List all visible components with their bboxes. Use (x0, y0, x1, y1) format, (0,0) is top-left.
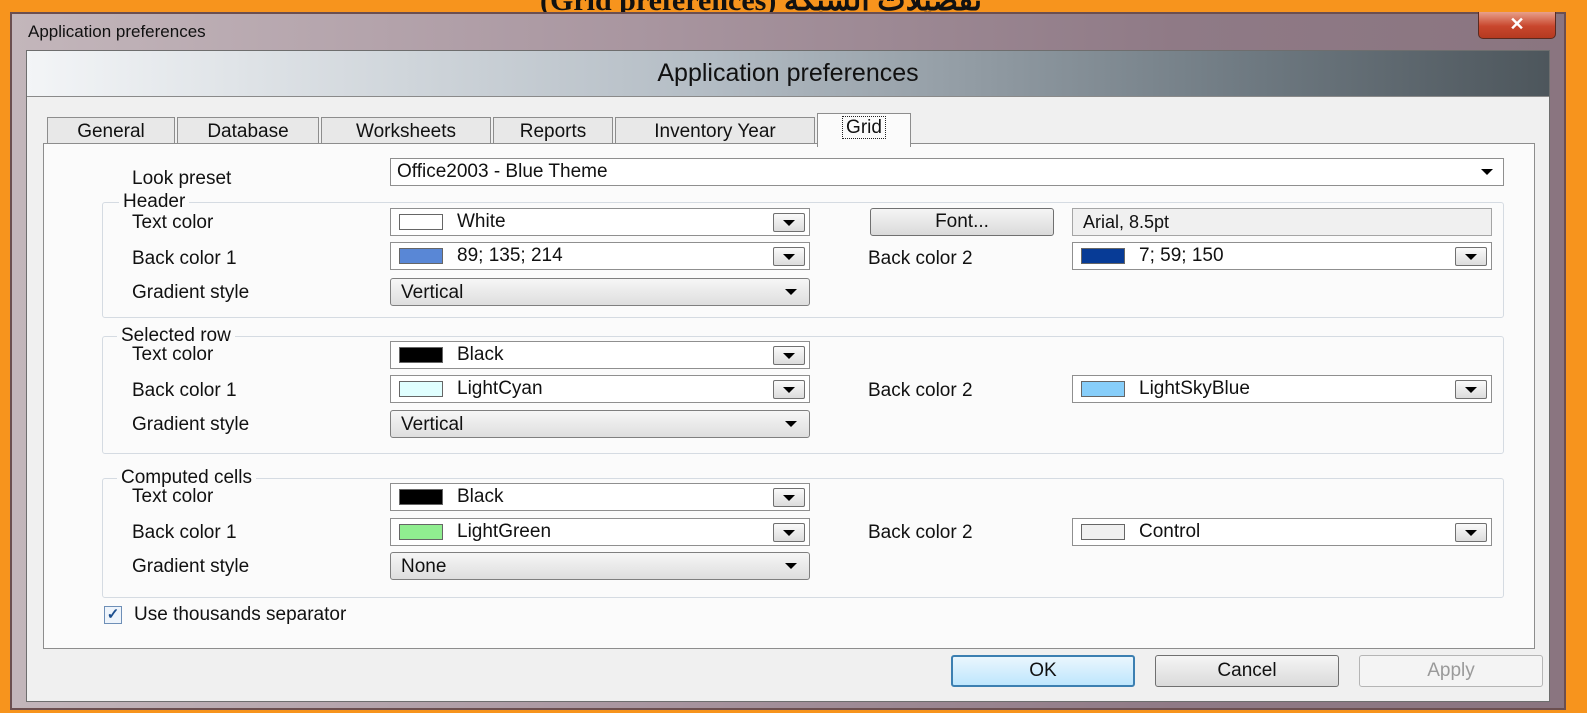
computed-back-color-2-picker[interactable]: Control (1072, 518, 1492, 546)
header-text-color-value: White (457, 211, 506, 232)
header-text-color-label: Text color (132, 212, 214, 233)
tab-grid-label: Grid (842, 116, 886, 139)
selected-back-color-1-value: LightCyan (457, 378, 543, 399)
selected-back-color-2-picker[interactable]: LightSkyBlue (1072, 375, 1492, 403)
look-preset-value: Office2003 - Blue Theme (397, 161, 608, 182)
color-swatch (399, 347, 443, 363)
selected-text-color-picker[interactable]: Black (390, 341, 810, 369)
computed-back-color-1-value: LightGreen (457, 521, 552, 542)
dropdown-button[interactable] (773, 380, 805, 399)
tab-reports[interactable]: Reports (493, 117, 613, 145)
computed-gradient-select[interactable]: None (390, 552, 810, 580)
header-gradient-value: Vertical (401, 282, 464, 303)
thousands-separator-checkbox[interactable]: ✓ (104, 606, 122, 624)
header-back-color-1-value: 89; 135; 214 (457, 245, 563, 266)
checkmark-icon: ✓ (106, 606, 120, 623)
computed-back-color-1-picker[interactable]: LightGreen (390, 518, 810, 546)
header-back-color-2-value: 7; 59; 150 (1139, 245, 1224, 266)
computed-gradient-value: None (401, 556, 447, 577)
look-preset-select[interactable]: Office2003 - Blue Theme (390, 158, 1504, 186)
ok-button[interactable]: OK (951, 655, 1135, 687)
header-back-color-2-picker[interactable]: 7; 59; 150 (1072, 242, 1492, 270)
dropdown-button[interactable] (773, 523, 805, 542)
selected-gradient-select[interactable]: Vertical (390, 410, 810, 438)
computed-text-color-picker[interactable]: Black (390, 483, 810, 511)
banner-title: Application preferences (27, 51, 1549, 97)
selected-text-color-label: Text color (132, 344, 214, 365)
computed-back-color-1-label: Back color 1 (132, 522, 237, 543)
close-button[interactable]: ✕ (1478, 12, 1556, 39)
color-swatch (1081, 381, 1125, 397)
header-gradient-label: Gradient style (132, 282, 250, 303)
dropdown-button[interactable] (773, 247, 805, 266)
dropdown-button[interactable] (1455, 380, 1487, 399)
selected-text-color-value: Black (457, 344, 504, 365)
cancel-button[interactable]: Cancel (1155, 655, 1339, 687)
close-icon: ✕ (1509, 14, 1525, 34)
color-swatch (1081, 524, 1125, 540)
tab-worksheets[interactable]: Worksheets (321, 117, 491, 145)
computed-text-color-value: Black (457, 486, 504, 507)
chevron-down-icon (1477, 163, 1497, 181)
header-back-color-1-label: Back color 1 (132, 248, 237, 269)
look-preset-label: Look preset (132, 168, 232, 189)
dropdown-button[interactable] (1455, 523, 1487, 542)
color-swatch (399, 248, 443, 264)
font-button[interactable]: Font... (870, 208, 1054, 236)
selected-back-color-2-label: Back color 2 (868, 380, 973, 401)
header-back-color-1-picker[interactable]: 89; 135; 214 (390, 242, 810, 270)
grid-tab-panel: Look preset Office2003 - Blue Theme Head… (43, 143, 1535, 649)
font-value: Arial, 8.5pt (1072, 208, 1492, 236)
tab-grid[interactable]: Grid (817, 113, 911, 147)
dropdown-button[interactable] (773, 346, 805, 365)
dropdown-button[interactable] (773, 213, 805, 232)
selected-back-color-2-value: LightSkyBlue (1139, 378, 1250, 399)
tab-inventory-year[interactable]: Inventory Year (615, 117, 815, 145)
header-gradient-select[interactable]: Vertical (390, 278, 810, 306)
color-swatch (399, 524, 443, 540)
selected-gradient-label: Gradient style (132, 414, 250, 435)
computed-gradient-label: Gradient style (132, 556, 250, 577)
selected-back-color-1-label: Back color 1 (132, 380, 237, 401)
computed-back-color-2-value: Control (1139, 521, 1201, 542)
computed-text-color-label: Text color (132, 486, 214, 507)
tab-general[interactable]: General (47, 117, 175, 145)
selected-gradient-value: Vertical (401, 414, 464, 435)
color-swatch (399, 214, 443, 230)
thousands-separator-label: Use thousands separator (134, 604, 347, 625)
color-swatch (399, 489, 443, 505)
chevron-down-icon (779, 415, 803, 433)
dialog-client-area: Application preferences General Database… (26, 50, 1550, 702)
computed-back-color-2-label: Back color 2 (868, 522, 973, 543)
dropdown-button[interactable] (773, 488, 805, 507)
color-swatch (399, 381, 443, 397)
selected-back-color-1-picker[interactable]: LightCyan (390, 375, 810, 403)
dropdown-button[interactable] (1455, 247, 1487, 266)
chevron-down-icon (779, 557, 803, 575)
tab-database[interactable]: Database (177, 117, 319, 145)
header-text-color-picker[interactable]: White (390, 208, 810, 236)
apply-button[interactable]: Apply (1359, 655, 1543, 687)
header-back-color-2-label: Back color 2 (868, 248, 973, 269)
preferences-window: Application preferences ✕ Application pr… (10, 12, 1566, 710)
window-title: Application preferences (28, 22, 206, 41)
header-group-title: Header (119, 191, 190, 213)
color-swatch (1081, 248, 1125, 264)
chevron-down-icon (779, 283, 803, 301)
